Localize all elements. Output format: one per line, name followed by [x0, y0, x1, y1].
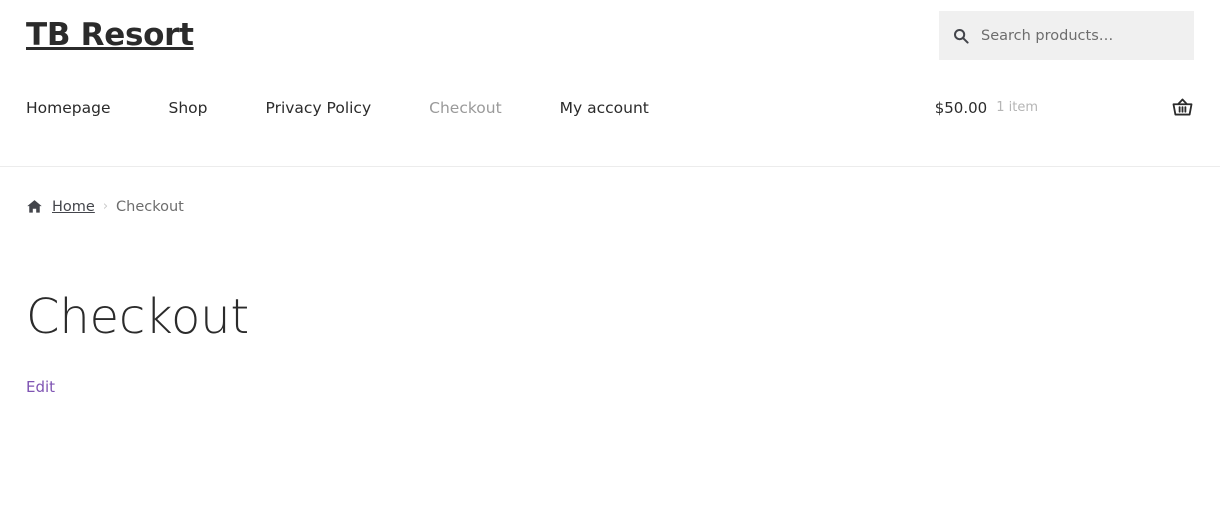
- home-icon: [26, 198, 43, 215]
- nav-item-homepage[interactable]: Homepage: [26, 99, 111, 117]
- nav-item-checkout[interactable]: Checkout: [429, 99, 502, 117]
- search-icon: [953, 28, 969, 44]
- edit-link[interactable]: Edit: [26, 378, 55, 396]
- header-top-row: TB Resort: [26, 0, 1194, 60]
- nav-item-my-account[interactable]: My account: [560, 99, 649, 117]
- search-input[interactable]: [981, 27, 1180, 44]
- breadcrumb-current: Checkout: [116, 198, 184, 215]
- search-form[interactable]: [939, 11, 1194, 60]
- site-header: TB Resort Homepage Shop Privacy Policy C…: [0, 0, 1220, 167]
- breadcrumb-home-link[interactable]: Home: [52, 199, 95, 215]
- page-root: TB Resort Homepage Shop Privacy Policy C…: [0, 0, 1220, 530]
- nav-item-privacy-policy[interactable]: Privacy Policy: [266, 99, 372, 117]
- breadcrumb-separator: ›: [102, 199, 109, 214]
- site-title[interactable]: TB Resort: [26, 13, 194, 57]
- header-divider: [0, 166, 1220, 167]
- shopping-basket-icon[interactable]: [1171, 96, 1194, 119]
- header-nav-row: Homepage Shop Privacy Policy Checkout My…: [26, 96, 1194, 119]
- main-navigation: Homepage Shop Privacy Policy Checkout My…: [26, 99, 649, 117]
- nav-item-shop[interactable]: Shop: [169, 99, 208, 117]
- cart-amount: $50.00: [934, 98, 988, 117]
- cart-area[interactable]: $50.00 1 item: [935, 96, 1194, 119]
- cart-item-count: 1 item: [996, 100, 1038, 115]
- breadcrumb: Home › Checkout: [0, 198, 1220, 215]
- main-content: Checkout Edit: [0, 291, 1220, 396]
- page-title: Checkout: [26, 289, 249, 345]
